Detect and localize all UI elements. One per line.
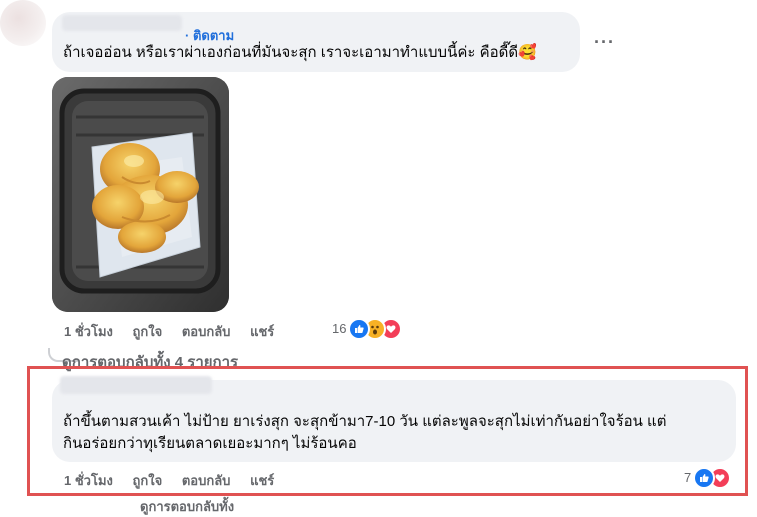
like-button[interactable]: ถูกใจ <box>133 324 163 339</box>
reply-actions: 1 ชั่วโมง ถูกใจ ตอบกลับ แชร์ <box>64 470 290 491</box>
air-fryer-pastry-image <box>52 77 229 312</box>
reaction-count[interactable]: 7 <box>684 470 691 485</box>
reactions[interactable] <box>348 318 402 340</box>
more-options-icon[interactable]: ··· <box>594 32 615 53</box>
view-replies-link-partial[interactable]: ดูการตอบกลับทั้ง <box>140 496 234 517</box>
avatar[interactable] <box>0 0 46 46</box>
comment-photo[interactable] <box>52 77 229 312</box>
reply-text: ถ้าขึ้นตามสวนเค้า ไม่ป้าย ยาเร่งสุก จะสุ… <box>63 411 666 455</box>
replier-name[interactable] <box>60 376 212 394</box>
reply-text-line-2: กินอร่อยกว่าทุเรียนตลาดเยอะมากๆ ไม่ร้อนค… <box>63 435 357 452</box>
reply-button[interactable]: ตอบกลับ <box>182 473 231 488</box>
like-icon <box>693 467 715 489</box>
comment-body: ถ้าเจออ่อน หรือเราผ่าเองก่อนที่มันจะสุก … <box>63 44 519 61</box>
timestamp[interactable]: 1 ชั่วโมง <box>64 324 113 339</box>
timestamp[interactable]: 1 ชั่วโมง <box>64 473 113 488</box>
comment-text: ถ้าเจออ่อน หรือเราผ่าเองก่อนที่มันจะสุก … <box>63 42 537 64</box>
smiling-face-with-hearts-emoji: 🥰 <box>518 44 537 61</box>
like-icon <box>348 318 370 340</box>
share-button[interactable]: แชร์ <box>250 324 274 339</box>
reply-text-line-1: ถ้าขึ้นตามสวนเค้า ไม่ป้าย ยาเร่งสุก จะสุ… <box>63 413 667 430</box>
reply-button[interactable]: ตอบกลับ <box>182 324 231 339</box>
reactions[interactable] <box>693 467 731 489</box>
reaction-count[interactable]: 16 <box>332 321 346 336</box>
commenter-name[interactable] <box>62 15 182 31</box>
comment-actions: 1 ชั่วโมง ถูกใจ ตอบกลับ แชร์ <box>64 321 290 342</box>
like-button[interactable]: ถูกใจ <box>133 473 163 488</box>
share-button[interactable]: แชร์ <box>250 473 274 488</box>
